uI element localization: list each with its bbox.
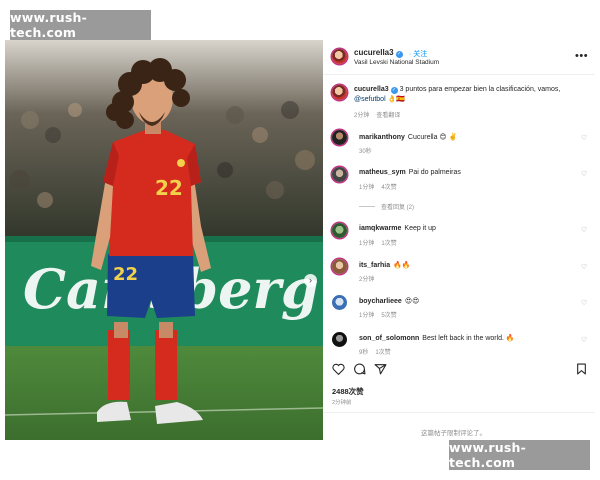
comment-like-heart-icon[interactable]: ♡ [581, 170, 587, 178]
comment-avatar[interactable] [332, 223, 347, 238]
comment-username[interactable]: marikanthony [359, 134, 405, 141]
comments-disabled-notice: 这篇帖子限制评论了。 [421, 430, 486, 437]
comment-username[interactable]: boycharlieee [359, 298, 402, 305]
comment-username[interactable]: matheus_sym [359, 169, 406, 176]
more-options-icon[interactable]: ••• [575, 50, 588, 62]
comment-like-heart-icon[interactable]: ♡ [581, 226, 587, 234]
comment-meta: 1分钟 5次赞 [359, 313, 397, 319]
shorts-number: 22 [113, 264, 138, 285]
comment-meta: 1分钟 4次赞 [359, 185, 397, 191]
watermark-bottom: www.rush-tech.com [449, 440, 590, 470]
footer-divider [323, 412, 595, 413]
comment-like-heart-icon[interactable]: ♡ [581, 263, 587, 271]
comment-like-heart-icon[interactable]: ♡ [581, 299, 587, 307]
comment-avatar[interactable] [332, 332, 347, 347]
comment-meta: 9秒 1次赞 [359, 350, 391, 356]
comment-text: boycharlieee 😍😍 [359, 298, 420, 305]
caption-meta: 2分钟 查看翻译 [354, 110, 407, 119]
comment-username[interactable]: son_of_solomonn [359, 335, 419, 342]
comment-like-heart-icon[interactable]: ♡ [581, 336, 587, 344]
next-photo-arrow[interactable]: › [304, 274, 317, 287]
comment-meta: 2分钟 [359, 277, 375, 283]
post-time: 2分钟前 [332, 400, 352, 406]
verified-badge-icon: ✓ [395, 51, 403, 58]
comment-meta: 1分钟 1次赞 [359, 241, 397, 247]
caption-age: 2分钟 [354, 113, 370, 119]
caption-avatar[interactable] [332, 85, 347, 100]
author-avatar[interactable] [332, 49, 347, 64]
comment-avatar[interactable] [332, 130, 347, 145]
post-panel: cucurella3 ✓ · 关注 Vasil Levski National S… [323, 40, 595, 440]
comment-username[interactable]: its_farhia [359, 262, 390, 269]
post-photo[interactable]: Carlsberg 22 22 [5, 40, 323, 440]
comment-icon[interactable] [353, 363, 366, 375]
comment-text: iamqkwarme Keep it up [359, 225, 436, 232]
comment-meta: 30秒 [359, 149, 372, 155]
caption-mention[interactable]: @sefutbol [354, 96, 386, 103]
view-replies-link[interactable]: 查看回复 (2) [359, 202, 414, 211]
post-location[interactable]: Vasil Levski National Stadium [354, 59, 439, 66]
comment-text: its_farhia 🔥🔥 [359, 262, 411, 269]
comment-username[interactable]: iamqkwarme [359, 225, 401, 232]
verified-badge-icon: ✓ [390, 87, 398, 94]
comment-like-heart-icon[interactable]: ♡ [581, 134, 587, 142]
watermark-top: www.rush-tech.com [10, 10, 151, 40]
comment-avatar[interactable] [332, 295, 347, 310]
caption-text: cucurella3 ✓ 3 puntos para empezar bien l… [354, 86, 561, 103]
bookmark-icon[interactable] [576, 363, 587, 375]
jersey-number: 22 [155, 176, 183, 200]
heart-icon[interactable] [332, 363, 345, 375]
comment-text: matheus_sym Pai do palmeiras [359, 169, 461, 176]
caption-username[interactable]: cucurella3 [354, 86, 389, 93]
post-header: cucurella3 ✓ · 关注 Vasil Levski National S… [323, 40, 595, 74]
translate-link[interactable]: 查看翻译 [376, 113, 400, 119]
share-icon[interactable] [374, 363, 387, 375]
comment-text: marikanthony Cucurella 😊 ✌️ [359, 134, 458, 141]
author-username[interactable]: cucurella3 ✓ [354, 48, 403, 58]
header-divider [323, 74, 595, 75]
comment-avatar[interactable] [332, 167, 347, 182]
follow-button[interactable]: · 关注 [409, 49, 427, 59]
comment-avatar[interactable] [332, 259, 347, 274]
comment-text: son_of_solomonn Best left back in the wor… [359, 335, 515, 342]
player-illustration: Carlsberg 22 22 [5, 40, 323, 440]
like-count[interactable]: 2488次赞 [332, 386, 364, 397]
